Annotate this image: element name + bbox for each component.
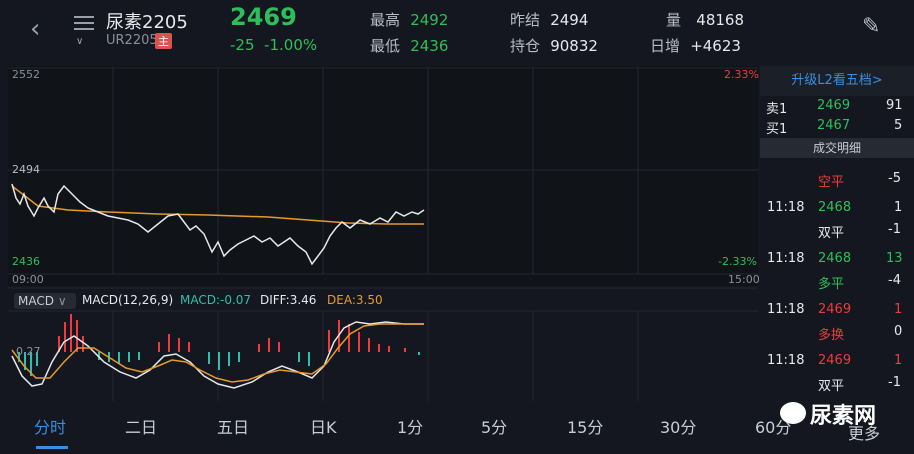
trade-delta: 0 bbox=[894, 324, 903, 339]
trade-type: 双平 bbox=[818, 226, 845, 241]
ask1-label: 卖1 bbox=[766, 102, 788, 117]
trade-detail-title[interactable]: 成交明细 bbox=[760, 138, 914, 158]
main-contract-badge: 主 bbox=[155, 33, 172, 49]
trade-type: 双平 bbox=[818, 379, 845, 394]
upgrade-l2-link[interactable]: 升级L2看五档> bbox=[760, 66, 914, 96]
price-axis-mid: 2494 bbox=[12, 163, 40, 176]
bid1-label: 买1 bbox=[766, 122, 788, 137]
trade-price: 2468 bbox=[818, 200, 852, 215]
tab-five-day[interactable]: 五日 bbox=[217, 414, 249, 438]
ask1-price: 2469 bbox=[817, 98, 851, 113]
trade-time: 11:18 bbox=[767, 251, 805, 266]
tab-15min[interactable]: 15分 bbox=[567, 414, 603, 438]
trade-volume: 13 bbox=[886, 251, 903, 266]
tab-30min[interactable]: 30分 bbox=[660, 414, 696, 438]
dea-value: DEA:3.50 bbox=[327, 293, 383, 307]
tab-5min[interactable]: 5分 bbox=[481, 414, 507, 438]
macd-histogram bbox=[18, 314, 420, 376]
contract-name[interactable]: 尿素2205 bbox=[106, 8, 188, 34]
price-axis-bottom: 2436 bbox=[12, 255, 40, 268]
active-tab-indicator bbox=[36, 446, 68, 449]
trade-price: 2469 bbox=[818, 302, 852, 317]
tab-two-day[interactable]: 二日 bbox=[125, 414, 157, 438]
trade-time: 11:18 bbox=[767, 200, 805, 215]
diff-value: DIFF:3.46 bbox=[260, 293, 317, 307]
trade-type: 空平 bbox=[818, 175, 845, 190]
trade-delta: -4 bbox=[888, 273, 901, 288]
tab-daily-k[interactable]: 日K bbox=[310, 414, 337, 438]
trade-volume: 1 bbox=[894, 353, 903, 368]
watermark: 尿素网 bbox=[810, 404, 877, 429]
trade-volume: 1 bbox=[894, 200, 903, 215]
prev-settle-stat: 昨结 2494 bbox=[510, 11, 589, 29]
macd-params: MACD(12,26,9) bbox=[82, 293, 174, 307]
chevron-down-icon[interactable]: ∨ bbox=[76, 36, 83, 47]
trade-time: 11:18 bbox=[767, 353, 805, 368]
daily-increase-stat: 日增 +4623 bbox=[650, 37, 741, 55]
tab-1min[interactable]: 1分 bbox=[397, 414, 423, 438]
bid1-price: 2467 bbox=[817, 118, 851, 133]
high-stat: 最高 2492 bbox=[370, 11, 449, 29]
low-stat: 最低 2436 bbox=[370, 37, 449, 55]
menu-icon[interactable] bbox=[74, 12, 94, 34]
wechat-icon bbox=[780, 402, 806, 424]
trade-time: 11:18 bbox=[767, 302, 805, 317]
indicator-select[interactable]: MACD ∨ bbox=[14, 293, 76, 309]
chart-canvas bbox=[8, 66, 758, 401]
trade-delta: -1 bbox=[888, 375, 901, 390]
trade-type: 多平 bbox=[818, 277, 845, 292]
macd-axis-label: 0.27 bbox=[16, 345, 41, 358]
macd-value: MACD:-0.07 bbox=[180, 293, 252, 307]
trade-price: 2468 bbox=[818, 251, 852, 266]
contract-code: UR2205 bbox=[106, 33, 158, 48]
trade-delta: -5 bbox=[888, 171, 901, 186]
trade-price: 2469 bbox=[818, 353, 852, 368]
volume-stat: 量 48168 bbox=[666, 11, 744, 29]
trade-type: 多换 bbox=[818, 328, 845, 343]
price-axis-top: 2552 bbox=[12, 68, 40, 81]
price-change: -25 -1.00% bbox=[230, 36, 318, 54]
trade-delta: -1 bbox=[888, 222, 901, 237]
tab-timeshare[interactable]: 分时 bbox=[34, 414, 66, 438]
time-start: 09:00 bbox=[12, 273, 44, 286]
time-end: 15:00 bbox=[728, 273, 760, 286]
open-interest-stat: 持仓 90832 bbox=[510, 37, 598, 55]
ask1-volume: 91 bbox=[886, 98, 903, 113]
bid1-volume: 5 bbox=[894, 118, 903, 133]
pencil-icon[interactable]: ✎ bbox=[862, 14, 880, 39]
back-icon[interactable]: ‹ bbox=[30, 14, 40, 44]
last-price: 2469 bbox=[230, 3, 297, 31]
pct-axis-bottom: -2.33% bbox=[718, 255, 757, 268]
pct-axis-top: 2.33% bbox=[724, 68, 759, 81]
trade-volume: 1 bbox=[894, 302, 903, 317]
